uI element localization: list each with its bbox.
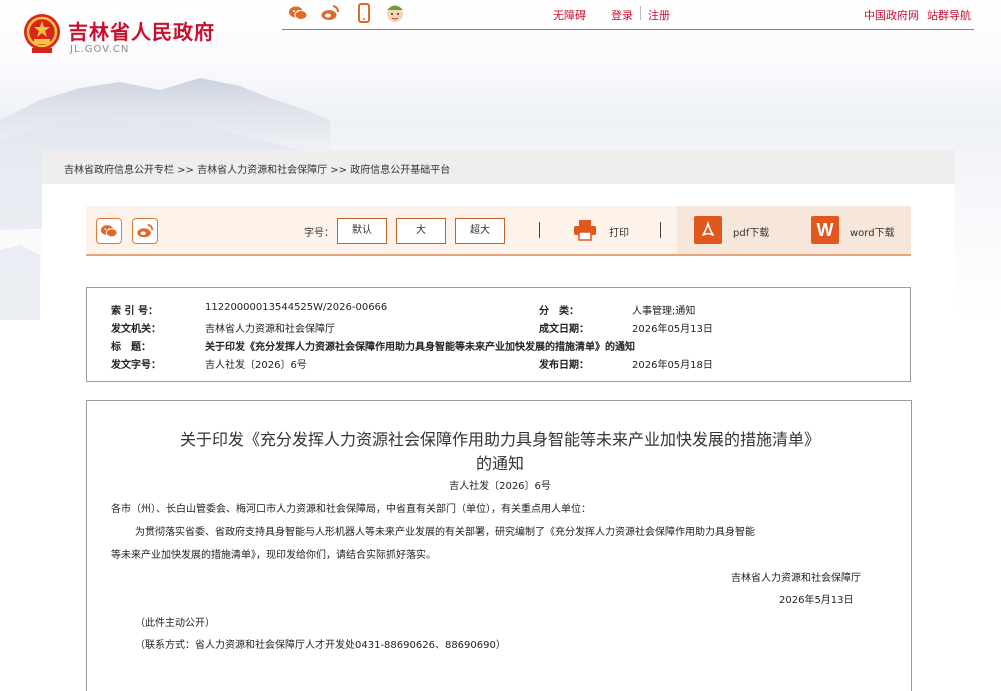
word-icon[interactable]: W bbox=[811, 216, 839, 244]
topbar-divider bbox=[640, 6, 641, 20]
share-wechat-button[interactable] bbox=[96, 218, 122, 244]
printer-icon[interactable] bbox=[573, 219, 597, 241]
font-size-label: 字号： bbox=[304, 228, 334, 239]
contact-info: （联系方式：省人力资源和社会保障厅人才开发处0431-88690626、8869… bbox=[135, 640, 506, 651]
pdf-icon[interactable] bbox=[694, 216, 722, 244]
document-body-line2: 等未来产业加快发展的措施清单》，现印发给你们，请结合实际抓好落实。 bbox=[111, 550, 436, 561]
pdf-download-button[interactable]: pdf下载 bbox=[733, 224, 769, 239]
wechat-icon[interactable] bbox=[288, 3, 308, 23]
article-toolbar: 字号： 默认 大 超大 打印 pdf下载 W word下载 bbox=[86, 206, 911, 256]
mobile-icon[interactable] bbox=[354, 3, 374, 23]
document-body-line1: 为贯彻落实省委、省政府支持具身智能与人形机器人等未来产业发展的有关部署，研究编制… bbox=[135, 527, 755, 538]
doc-number-value: 吉人社发〔2026〕6号 bbox=[205, 360, 307, 371]
category-value: 人事管理;通知 bbox=[632, 306, 696, 317]
signature-date: 2026年5月13日 bbox=[779, 595, 854, 606]
download-zone: pdf下载 W word下载 bbox=[677, 206, 911, 254]
site-domain: JL.GOV.CN bbox=[70, 44, 130, 55]
site-header: 吉林省人民政府 JL.GOV.CN 无障碍 登录 注册 中国政府网 站群导航 bbox=[0, 0, 1001, 70]
china-gov-link[interactable]: 中国政府网 bbox=[864, 7, 919, 23]
issuer-value: 吉林省人力资源和社会保障厅 bbox=[205, 324, 335, 335]
national-emblem-icon[interactable] bbox=[22, 12, 62, 56]
font-xlarge-button[interactable]: 超大 bbox=[455, 218, 505, 244]
document-title-line1: 关于印发《充分发挥人力资源社会保障作用助力具身智能等未来产业加快发展的措施清单》 bbox=[179, 430, 820, 449]
signature-organization: 吉林省人力资源和社会保障厅 bbox=[731, 573, 861, 584]
breadcrumb[interactable]: 吉林省政府信息公开专栏 >> 吉林省人力资源和社会保障厅 >> 政府信息公开基础… bbox=[64, 161, 450, 176]
created-date-label: 成文日期： bbox=[539, 324, 589, 335]
wechat-icon bbox=[100, 225, 118, 238]
document-title-line2: 的通知 bbox=[475, 454, 524, 473]
category-label: 分 类： bbox=[539, 306, 579, 317]
weibo-icon[interactable] bbox=[320, 3, 340, 23]
index-value: 11220000013544525W/2026-00666 bbox=[205, 302, 388, 313]
document-body: 关于印发《充分发挥人力资源社会保障作用助力具身智能等未来产业加快发展的措施清单》… bbox=[86, 400, 912, 691]
assistant-avatar-icon[interactable] bbox=[384, 1, 406, 25]
site-group-nav-link[interactable]: 站群导航 bbox=[927, 7, 971, 23]
disclosure-note: （此件主动公开） bbox=[135, 618, 215, 629]
published-date-label: 发布日期： bbox=[539, 360, 589, 371]
share-weibo-button[interactable] bbox=[132, 218, 158, 244]
document-addressee: 各市（州）、长白山管委会、梅河口市人力资源和社会保障局，中省直有关部门（单位），… bbox=[111, 504, 591, 515]
document-metadata: 索 引 号： 11220000013544525W/2026-00666 分 类… bbox=[86, 287, 911, 382]
breadcrumb-bar: 吉林省政府信息公开专栏 >> 吉林省人力资源和社会保障厅 >> 政府信息公开基础… bbox=[42, 150, 955, 184]
created-date-value: 2026年05月13日 bbox=[632, 324, 713, 335]
register-link[interactable]: 注册 bbox=[648, 7, 670, 23]
toolbar-divider bbox=[539, 222, 540, 238]
accessibility-link[interactable]: 无障碍 bbox=[553, 7, 586, 23]
issuer-label: 发文机关： bbox=[111, 324, 161, 335]
font-large-button[interactable]: 大 bbox=[396, 218, 446, 244]
print-button[interactable]: 打印 bbox=[609, 224, 629, 239]
login-link[interactable]: 登录 bbox=[611, 7, 633, 23]
site-title[interactable]: 吉林省人民政府 bbox=[68, 16, 215, 45]
toolbar-divider bbox=[660, 222, 661, 238]
content-panel: 字号： 默认 大 超大 打印 pdf下载 W word下载 索 引 号： 112… bbox=[42, 184, 955, 691]
published-date-value: 2026年05月18日 bbox=[632, 360, 713, 371]
font-default-button[interactable]: 默认 bbox=[337, 218, 387, 244]
weibo-icon bbox=[137, 223, 154, 238]
index-label: 索 引 号： bbox=[111, 306, 158, 317]
word-download-button[interactable]: word下载 bbox=[850, 224, 895, 239]
title-value: 关于印发《充分发挥人力资源社会保障作用助力具身智能等未来产业加快发展的措施清单》… bbox=[205, 342, 635, 353]
doc-number-label: 发文字号： bbox=[111, 360, 161, 371]
title-label: 标 题： bbox=[111, 342, 151, 353]
document-number: 吉人社发〔2026〕6号 bbox=[449, 481, 551, 492]
top-bar: 无障碍 登录 注册 中国政府网 站群导航 bbox=[282, 0, 974, 30]
